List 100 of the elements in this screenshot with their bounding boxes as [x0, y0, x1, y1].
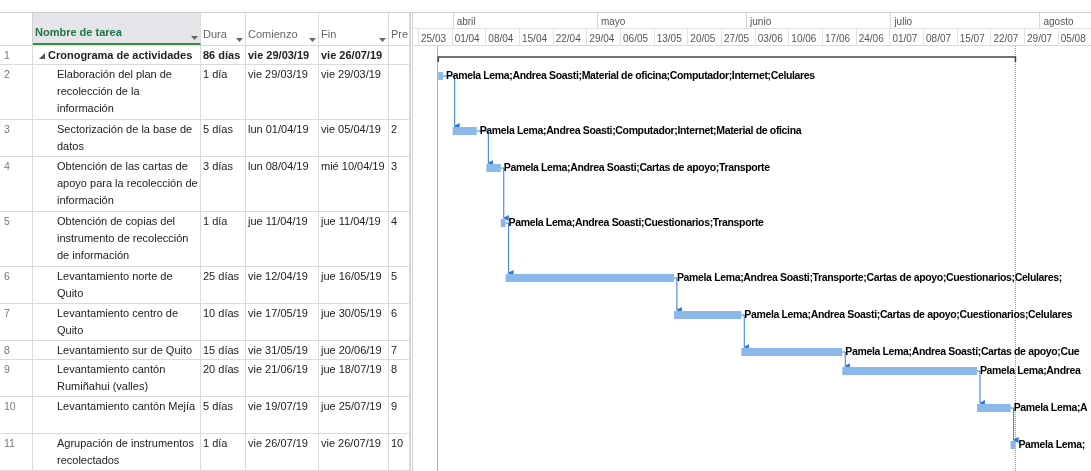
task-name: Sectorización de la base de datos	[57, 122, 194, 154]
row-number: 2	[0, 65, 33, 120]
resource-label: Pamela Lema;Andrea Soasti;Cuestionarios;Transporte	[508, 216, 764, 228]
month-label: mayo	[600, 15, 626, 29]
resource-label: Pamela Lema;Andrea Soasti;Transporte;Cartas de apoyo;Cuestionarios;Celulares;	[676, 271, 1062, 283]
resource-label: Pamela Lema;Andrea Soasti;Cartas de apoyo;Cue	[845, 345, 1080, 357]
row-number: 8	[0, 341, 33, 360]
week-label: 06/05	[623, 32, 649, 46]
table-cell: 1 día	[201, 434, 246, 471]
task-name: Levantamiento cantón Rumiñahui (valles)	[57, 362, 167, 394]
week-label: 24/06	[858, 32, 884, 46]
task-name: Agrupación de instrumentos recolectados	[57, 436, 195, 468]
column-header[interactable]: Pre	[389, 13, 410, 45]
column-header[interactable]: Nombre de tarea	[33, 13, 201, 45]
table-cell: jue 16/05/19	[319, 267, 389, 304]
table-cell: lun 08/04/19	[246, 157, 319, 212]
table-cell: vie 31/05/19	[246, 341, 319, 360]
task-name: Elaboración del plan de recolección de la información	[57, 67, 173, 116]
row-number: 5	[0, 212, 33, 267]
gantt-bar[interactable]	[673, 311, 742, 319]
week-label: 17/06	[825, 32, 851, 46]
row-number: 6	[0, 267, 33, 304]
table-cell: jue 25/07/19	[319, 397, 389, 434]
table-cell: jue 18/07/19	[319, 360, 389, 397]
week-label: 05/08	[1060, 32, 1086, 46]
task-name: Levantamiento cantón Mejía	[57, 399, 196, 414]
week-label: 10/06	[791, 32, 817, 46]
resource-label: Pamela Lema;A	[1013, 401, 1088, 413]
week-label: 13/05	[656, 32, 682, 46]
collapse-icon[interactable]	[39, 53, 45, 59]
table-cell: 15 días	[201, 341, 246, 360]
task-name: Cronograma de actividades	[48, 48, 193, 63]
table-cell: 7	[389, 341, 410, 360]
resource-label: Pamela Lema;Andrea Soasti;Cartas de apoyo;Cuestionarios;Celulares	[744, 308, 1073, 320]
table-cell: 10	[389, 434, 410, 471]
table-cell: lun 01/04/19	[246, 120, 319, 157]
table-cell: 20 días	[201, 360, 246, 397]
resource-label: Pamela Lema;Andrea	[979, 364, 1081, 376]
table-cell: 5 días	[201, 397, 246, 434]
week-label: 15/07	[959, 32, 985, 46]
task-name: Levantamiento sur de Quito	[57, 343, 193, 358]
row-number: 11	[0, 434, 33, 471]
row-number: 4	[0, 157, 33, 212]
resource-label: Pamela Lema;Andrea Soasti;Cartas de apoyo;Transporte	[503, 161, 770, 173]
table-cell: 1 día	[201, 212, 246, 267]
table-cell: 3	[389, 157, 410, 212]
table-cell: vie 26/07/19	[246, 434, 319, 471]
week-label: 25/03	[421, 32, 447, 46]
row-number: 9	[0, 360, 33, 397]
week-label: 22/04	[555, 32, 581, 46]
table-cell: 10 días	[201, 304, 246, 341]
table-cell: vie 29/03/19	[319, 65, 389, 120]
resource-label: Pamela Lema;Andrea Soasti;Material de oficina;Computador;Internet;Celulares	[446, 69, 815, 81]
task-name: Obtención de copias del instrumento de recolección de información	[57, 214, 190, 263]
row-number: 1	[0, 46, 33, 65]
gantt-bar[interactable]	[438, 72, 444, 80]
task-name: Obtención de las cartas de apoyo para la recolección de información	[57, 159, 198, 208]
week-label: 22/07	[993, 32, 1019, 46]
table-cell: mié 10/04/19	[319, 157, 389, 212]
row-number: 10	[0, 397, 33, 434]
week-label: 08/07	[926, 32, 952, 46]
gantt-bar[interactable]	[505, 274, 674, 282]
row-number: 7	[0, 304, 33, 341]
row-number: 3	[0, 120, 33, 157]
week-label: 01/07	[892, 32, 918, 46]
table-cell: vie 12/04/19	[246, 267, 319, 304]
table-cell: 9	[389, 397, 410, 434]
table-cell: vie 19/07/19	[246, 397, 319, 434]
month-label: agosto	[1043, 15, 1074, 29]
table-cell: jue 11/04/19	[319, 212, 389, 267]
table-cell: jue 30/05/19	[319, 304, 389, 341]
column-header[interactable]: Dura	[201, 13, 246, 45]
task-name: Levantamiento norte de Quito	[57, 269, 174, 301]
gantt-bar[interactable]	[452, 127, 477, 135]
gantt-bar[interactable]	[842, 367, 977, 375]
table-cell: jue 11/04/19	[246, 212, 319, 267]
gantt-bar[interactable]	[486, 164, 501, 172]
gantt-bar[interactable]	[976, 404, 1011, 412]
table-cell: 1 día	[201, 65, 246, 120]
table-cell: 8	[389, 360, 410, 397]
gantt-bar[interactable]	[500, 219, 506, 227]
table-cell: jue 20/06/19	[319, 341, 389, 360]
table-cell: 86 días	[201, 46, 246, 65]
week-label: 03/06	[757, 32, 783, 46]
month-label: junio	[750, 15, 772, 29]
resource-label: Pamela Lema;	[1018, 438, 1085, 450]
column-header[interactable]: Comienzo	[246, 13, 319, 45]
week-label: 01/04	[454, 32, 480, 46]
gantt-bar[interactable]	[1010, 441, 1016, 449]
week-label: 29/07	[1027, 32, 1053, 46]
week-label: 08/04	[488, 32, 514, 46]
table-cell: vie 26/07/19	[319, 46, 389, 65]
column-header[interactable]: Fin	[319, 13, 389, 45]
table-cell: 6	[389, 304, 410, 341]
month-label: julio	[894, 15, 913, 29]
table-cell: vie 29/03/19	[246, 65, 319, 120]
week-label: 29/04	[589, 32, 615, 46]
table-cell: 3 días	[201, 157, 246, 212]
gantt-bar[interactable]	[741, 348, 843, 356]
summary-bar[interactable]	[437, 56, 1017, 63]
